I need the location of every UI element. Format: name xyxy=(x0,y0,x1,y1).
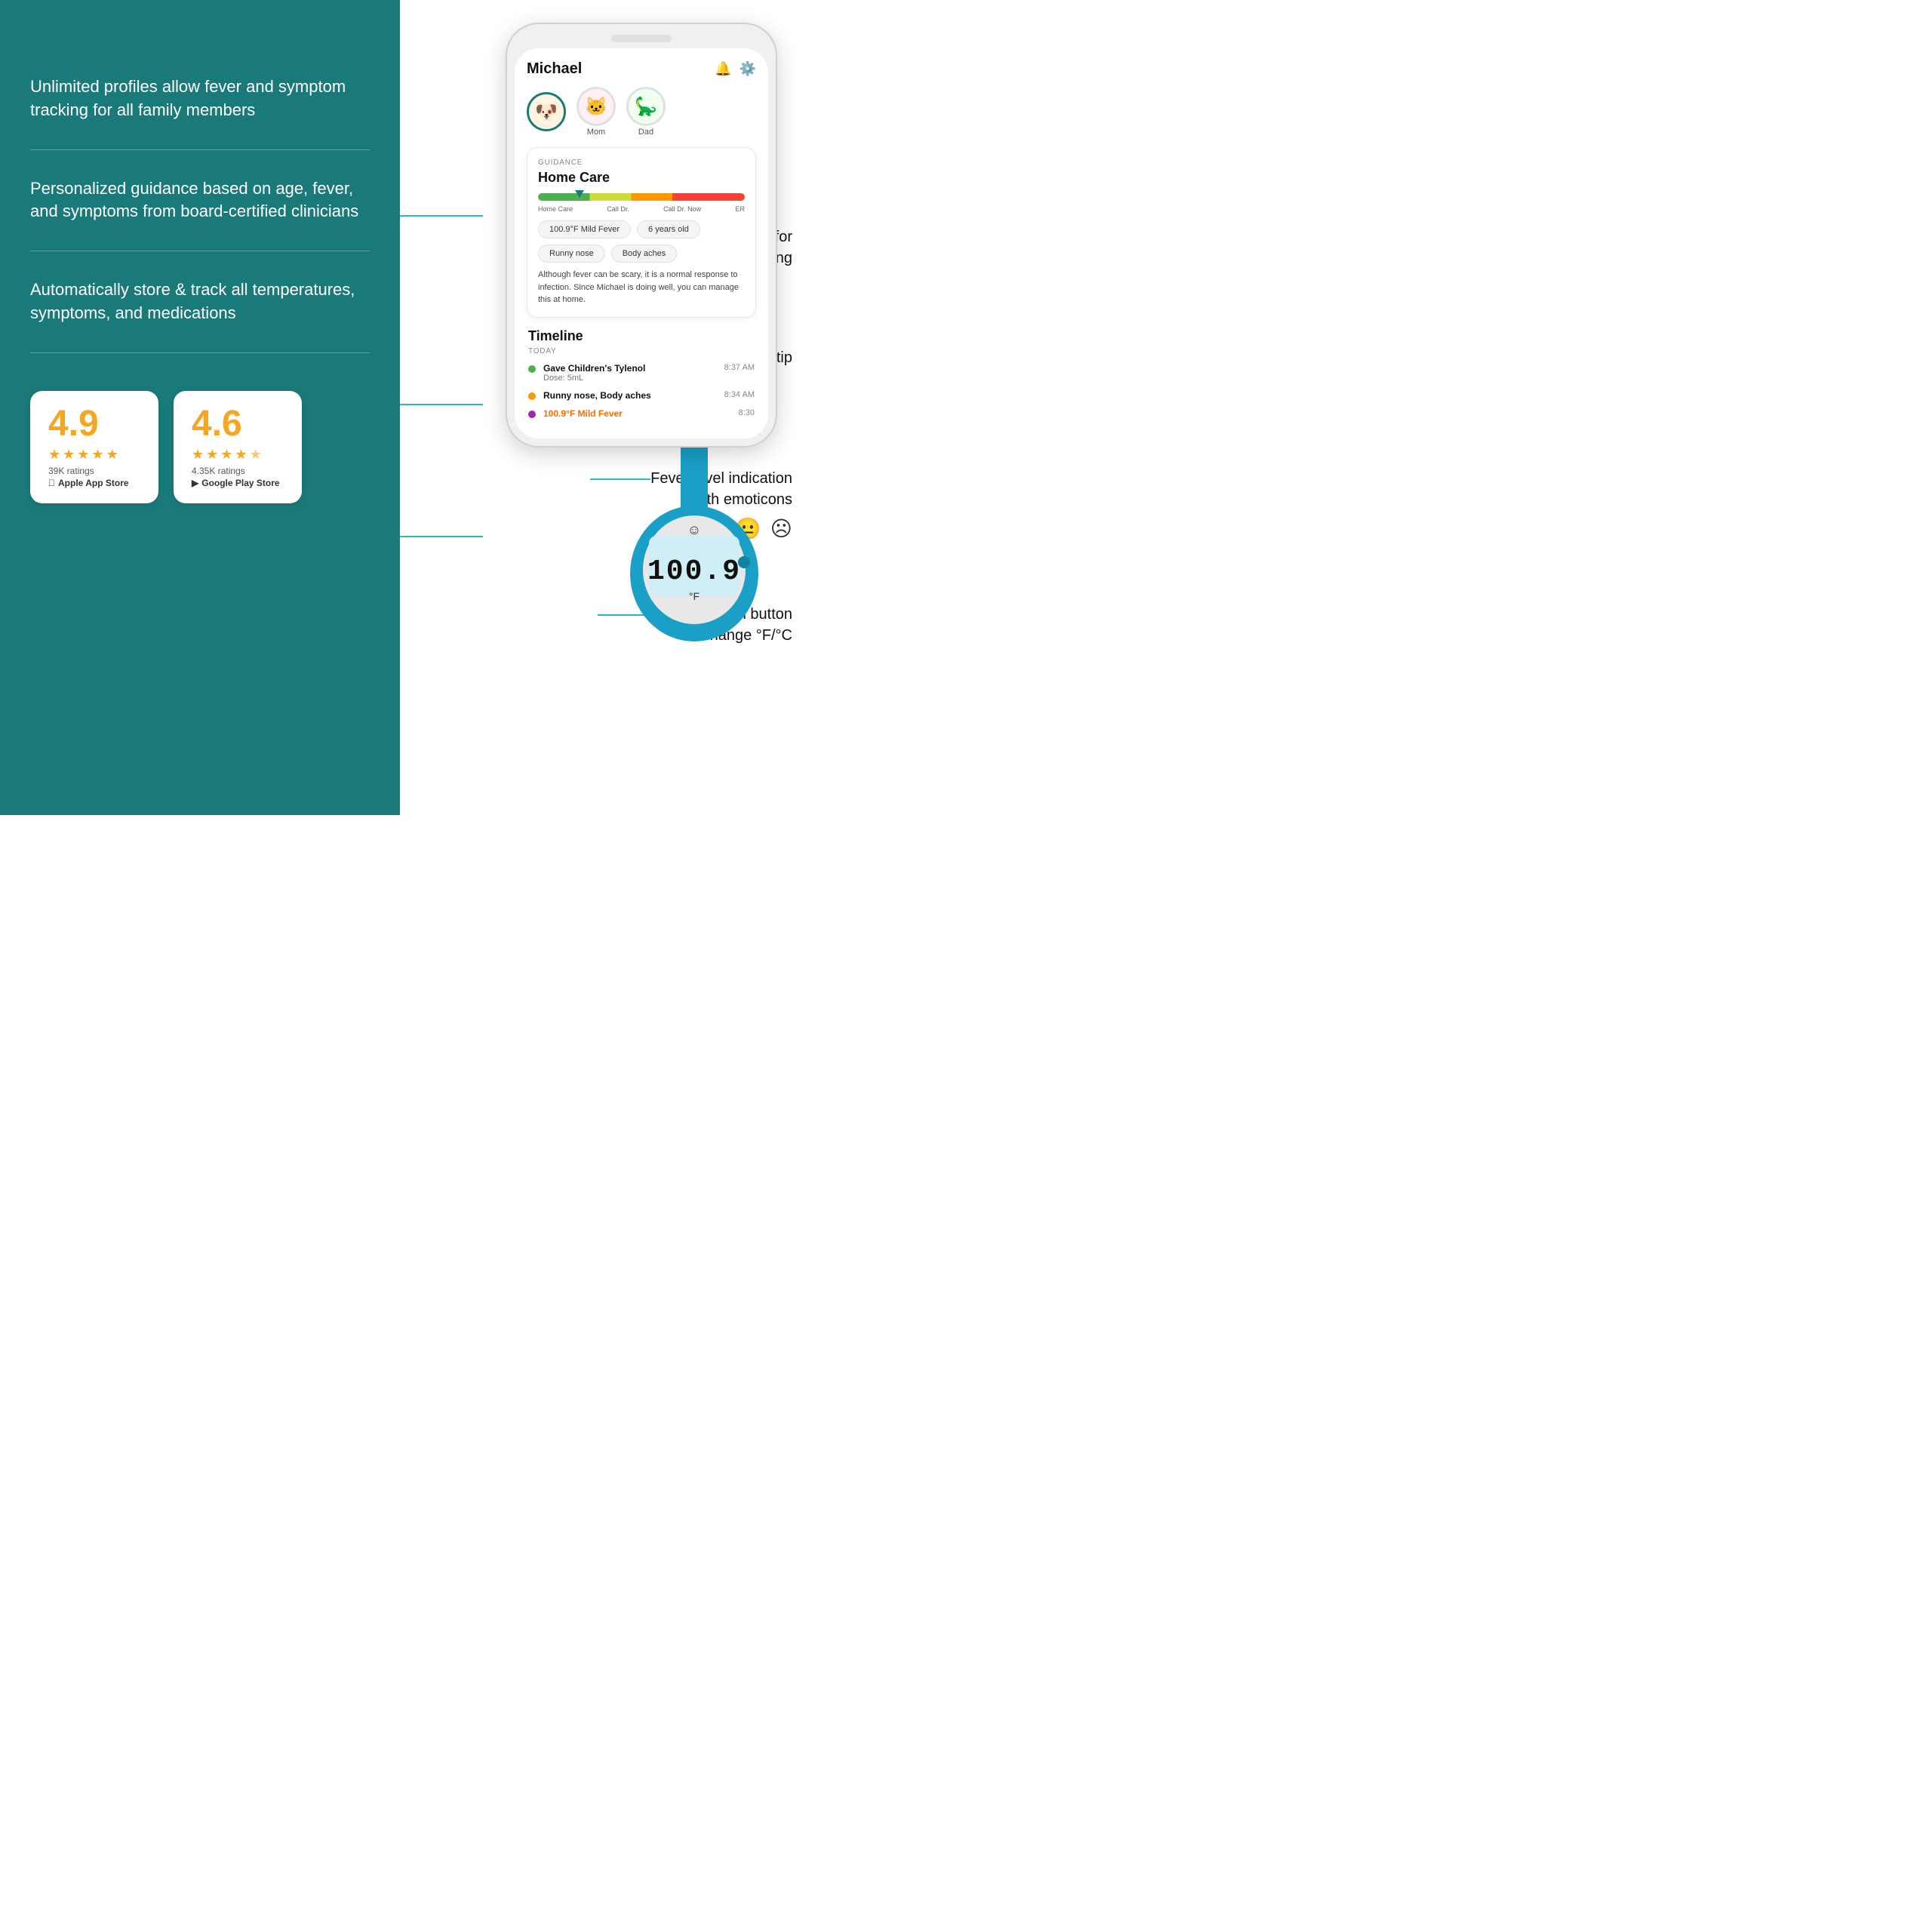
severity-bar xyxy=(538,193,745,201)
profiles-row: 🐶 🐱 Mom 🦕 Dad xyxy=(527,87,756,137)
left-line-2 xyxy=(400,404,483,405)
profile-dad-label: Dad xyxy=(638,128,653,137)
label-home-care: Home Care xyxy=(538,205,573,213)
avatar-dad[interactable]: 🦕 xyxy=(626,87,666,126)
avatar-mom[interactable]: 🐱 xyxy=(577,87,616,126)
phone-screen: Michael 🔔 ⚙️ 🐶 🐱 xyxy=(515,48,768,438)
google-score: 4.6 xyxy=(192,406,284,442)
tag-row-2: Runny nose Body aches xyxy=(538,245,745,263)
left-line-1 xyxy=(400,215,483,217)
center-right-area: Michael 🔔 ⚙️ 🐶 🐱 xyxy=(400,0,815,815)
tag-row-1: 100.9°F Mild Fever 6 years old xyxy=(538,220,745,238)
gstar-1: ★ xyxy=(192,447,204,463)
tag-runny-nose[interactable]: Runny nose xyxy=(538,245,605,263)
feature-block-1: Unlimited profiles allow fever and sympt… xyxy=(30,30,370,150)
timeline-section: Timeline TODAY Gave Children's Tylenol D… xyxy=(527,328,756,419)
gstar-half: ★ xyxy=(250,447,262,463)
label-er: ER xyxy=(735,205,745,213)
left-panel: Unlimited profiles allow fever and sympt… xyxy=(0,0,400,815)
event-3-title: 100.9°F Mild Fever xyxy=(543,408,731,419)
phone-notch xyxy=(611,35,672,42)
apple-rating-card: 4.9 ★ ★ ★ ★ ★ 39K ratings  Apple App St… xyxy=(30,391,158,503)
svg-text:100.9: 100.9 xyxy=(647,555,741,588)
event-2-title: Runny nose, Body aches xyxy=(543,390,717,401)
feature-text-2: Personalized guidance based on age, feve… xyxy=(30,177,370,224)
phone-shell: Michael 🔔 ⚙️ 🐶 🐱 xyxy=(506,23,777,448)
event-2-time: 8:34 AM xyxy=(724,390,755,399)
avatar-michael[interactable]: 🐶 xyxy=(527,92,566,131)
apple-store:  Apple App Store xyxy=(48,478,140,488)
timeline-item-3: 100.9°F Mild Fever 8:30 xyxy=(528,408,755,419)
apple-stars: ★ ★ ★ ★ ★ xyxy=(48,447,140,463)
google-rating-card: 4.6 ★ ★ ★ ★ ★ 4.35K ratings ▶ Google Pla… xyxy=(174,391,302,503)
label-call-dr-now: Call Dr. Now xyxy=(663,205,701,213)
tag-fever[interactable]: 100.9°F Mild Fever xyxy=(538,220,631,238)
left-line-3 xyxy=(400,536,483,537)
dot-3 xyxy=(528,411,536,418)
feature-text-3: Automatically store & track all temperat… xyxy=(30,278,370,325)
profile-mom[interactable]: 🐱 Mom xyxy=(577,87,616,137)
label-call-dr: Call Dr. xyxy=(607,205,629,213)
guidance-section-label: GUIDANCE xyxy=(538,158,745,167)
severity-indicator xyxy=(575,190,584,198)
star-1: ★ xyxy=(48,447,60,463)
profile-dad[interactable]: 🦕 Dad xyxy=(626,87,666,137)
timeline-item-1: Gave Children's Tylenol Dose: 5mL 8:37 A… xyxy=(528,363,755,383)
gstar-3: ★ xyxy=(220,447,232,463)
guidance-title: Home Care xyxy=(538,170,745,186)
severity-labels: Home Care Call Dr. Call Dr. Now ER xyxy=(538,205,745,213)
svg-text:°F: °F xyxy=(689,590,700,602)
event-1-content: Gave Children's Tylenol Dose: 5mL xyxy=(543,363,717,383)
event-3-time: 8:30 xyxy=(739,408,755,417)
google-count: 4.35K ratings xyxy=(192,466,284,476)
phone-mockup: Michael 🔔 ⚙️ 🐶 🐱 xyxy=(506,23,777,448)
star-4: ★ xyxy=(91,447,103,463)
star-2: ★ xyxy=(63,447,75,463)
google-store: ▶ Google Play Store xyxy=(192,478,284,488)
feature-block-3: Automatically store & track all temperat… xyxy=(30,251,370,353)
star-5: ★ xyxy=(106,447,118,463)
event-1-title: Gave Children's Tylenol xyxy=(543,363,717,374)
apple-score: 4.9 xyxy=(48,406,140,442)
play-icon: ▶ xyxy=(192,478,198,488)
app-profile-name: Michael xyxy=(527,60,582,78)
svg-text:☺: ☺ xyxy=(687,522,701,537)
timeline-item-2: Runny nose, Body aches 8:34 AM xyxy=(528,390,755,401)
google-stars: ★ ★ ★ ★ ★ xyxy=(192,447,284,463)
star-3: ★ xyxy=(77,447,89,463)
rating-cards: 4.9 ★ ★ ★ ★ ★ 39K ratings  Apple App St… xyxy=(30,391,370,503)
gstar-2: ★ xyxy=(206,447,218,463)
apple-count: 39K ratings xyxy=(48,466,140,476)
app-header: Michael 🔔 ⚙️ xyxy=(527,60,756,78)
apple-icon:  xyxy=(48,478,55,488)
event-3-content: 100.9°F Mild Fever xyxy=(543,408,731,419)
gstar-4: ★ xyxy=(235,447,247,463)
tag-body-aches[interactable]: Body aches xyxy=(611,245,677,263)
feature-text-1: Unlimited profiles allow fever and sympt… xyxy=(30,75,370,122)
timeline-title: Timeline xyxy=(528,328,755,344)
dot-2 xyxy=(528,392,536,400)
event-1-time: 8:37 AM xyxy=(724,363,755,372)
settings-icon[interactable]: ⚙️ xyxy=(739,61,756,77)
guidance-body: Although fever can be scary, it is a nor… xyxy=(538,269,745,306)
event-2-content: Runny nose, Body aches xyxy=(543,390,717,401)
timeline-today: TODAY xyxy=(528,347,755,355)
profile-mom-label: Mom xyxy=(587,128,605,137)
tag-age[interactable]: 6 years old xyxy=(637,220,700,238)
profile-michael[interactable]: 🐶 xyxy=(527,92,566,131)
severity-bar-container xyxy=(538,193,745,201)
event-1-detail: Dose: 5mL xyxy=(543,374,717,383)
app-header-icons: 🔔 ⚙️ xyxy=(715,61,756,77)
notification-icon[interactable]: 🔔 xyxy=(715,61,731,77)
feature-block-2: Personalized guidance based on age, feve… xyxy=(30,150,370,252)
dot-1 xyxy=(528,365,536,373)
guidance-card: GUIDANCE Home Care Home Care Call Dr. xyxy=(527,147,756,318)
